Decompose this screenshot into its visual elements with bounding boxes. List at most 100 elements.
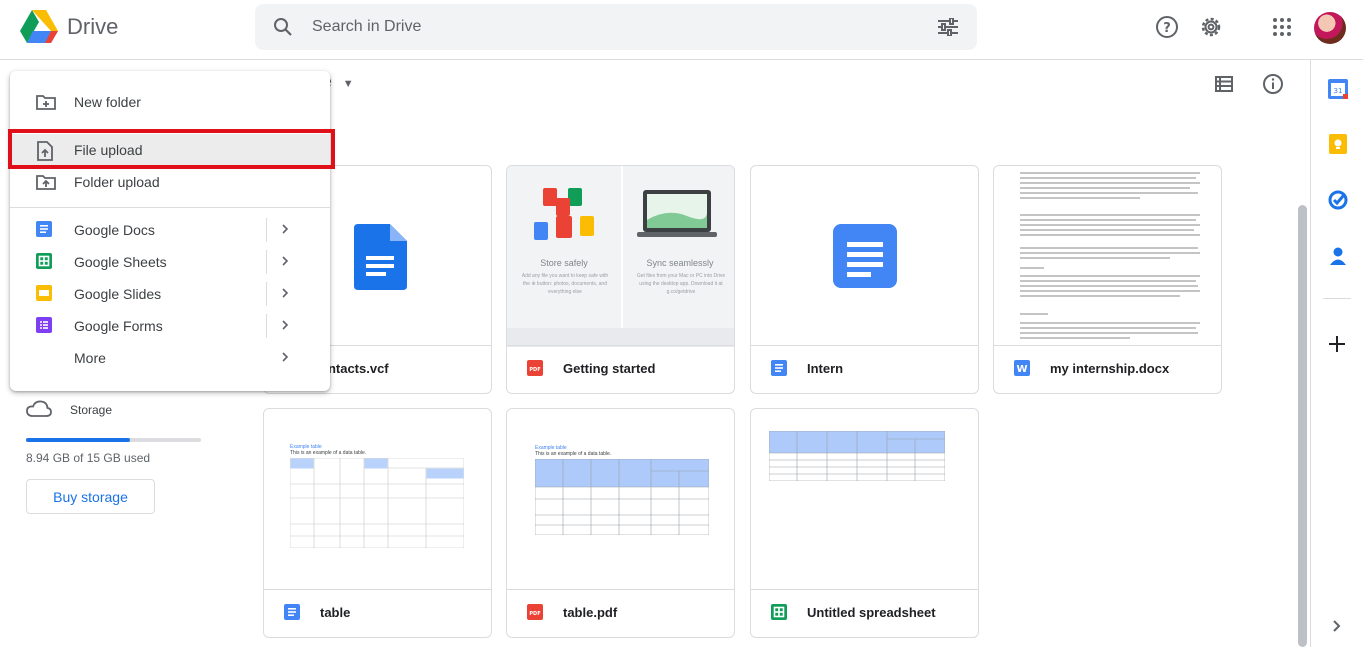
google-slides-icon [36, 285, 52, 301]
folder-upload-icon [36, 175, 56, 190]
info-icon[interactable] [1262, 73, 1284, 95]
chevron-right-icon[interactable] [280, 285, 290, 301]
apps-grid-icon[interactable] [1272, 17, 1292, 37]
keep-icon[interactable] [1328, 134, 1348, 154]
google-sheets-icon [36, 253, 52, 269]
file-caption: table [264, 589, 491, 637]
scrollbar[interactable] [1298, 205, 1307, 647]
menu-item-google-sheets[interactable]: Google Sheets [10, 246, 330, 278]
chevron-right-icon[interactable] [1332, 619, 1342, 633]
menu-item-separator [266, 314, 267, 338]
pdf-icon: PDF [527, 360, 543, 376]
app-name[interactable]: Drive [67, 14, 118, 40]
menu-item-new-folder[interactable]: New folder [10, 86, 330, 118]
file-thumbnail[interactable]: Example table This is an example of a da… [507, 409, 734, 591]
file-caption: PDF table.pdf [507, 589, 734, 637]
menu-item-label: New folder [74, 94, 141, 110]
chevron-right-icon[interactable] [280, 221, 290, 237]
file-caption: W my internship.docx [994, 345, 1221, 393]
file-name[interactable]: table.pdf [563, 605, 617, 620]
gear-icon[interactable] [1199, 15, 1223, 39]
svg-text:31: 31 [1334, 87, 1343, 95]
help-icon[interactable]: ? [1155, 15, 1179, 39]
spreadsheet-preview [769, 431, 945, 481]
chevron-right-icon[interactable] [280, 349, 290, 365]
file-card-table[interactable]: Example table This is an example of a da… [263, 408, 492, 638]
sync-title: Sync seamlessly [646, 258, 714, 268]
file-caption: PDF Getting started [507, 345, 734, 393]
file-name[interactable]: Intern [807, 361, 843, 376]
avatar[interactable] [1314, 12, 1346, 44]
table-preview: Example table This is an example of a da… [289, 444, 470, 553]
word-icon: W [1014, 360, 1030, 376]
storage-used-text: 8.94 GB of 15 GB used [26, 451, 151, 465]
menu-item-label: More [74, 350, 106, 366]
table-grid [534, 458, 710, 536]
menu-item-separator [266, 282, 267, 306]
menu-item-folder-upload[interactable]: Folder upload [10, 166, 330, 198]
table-preview: Example table This is an example of a da… [534, 445, 713, 540]
laptop-icon [637, 190, 717, 237]
menu-item-google-forms[interactable]: Google Forms [10, 310, 330, 342]
cloud-icon[interactable] [26, 400, 52, 418]
chevron-right-icon[interactable] [280, 317, 290, 333]
menu-item-separator [266, 250, 267, 274]
file-types-icon [534, 188, 594, 240]
buy-storage-button[interactable]: Buy storage [26, 479, 155, 514]
list-view-icon[interactable] [1215, 76, 1233, 92]
file-name[interactable]: Untitled spreadsheet [807, 605, 936, 620]
menu-item-label: Folder upload [74, 174, 160, 190]
file-name[interactable]: ontacts.vcf [320, 361, 389, 376]
tasks-icon[interactable] [1328, 190, 1348, 210]
storage-progress [26, 438, 201, 442]
google-docs-icon [36, 221, 52, 237]
svg-text:W: W [1016, 364, 1027, 375]
contacts-icon[interactable] [1328, 246, 1348, 266]
svg-text:?: ? [1163, 21, 1171, 36]
storage-label[interactable]: Storage [70, 403, 112, 417]
docs-large-icon [833, 224, 897, 288]
pdf-icon: PDF [527, 604, 543, 620]
file-caption: Intern [751, 345, 978, 393]
file-card-my-internship[interactable]: W my internship.docx [993, 165, 1222, 394]
menu-item-google-docs[interactable]: Google Docs [10, 214, 330, 246]
file-thumbnail[interactable]: Store safely Add any file you want to ke… [507, 166, 734, 347]
drive-logo-icon[interactable] [20, 10, 58, 44]
file-name[interactable]: Getting started [563, 361, 655, 376]
store-safely-panel: Store safely Add any file you want to ke… [507, 166, 621, 328]
file-card-table-pdf[interactable]: Example table This is an example of a da… [506, 408, 735, 638]
chevron-down-icon[interactable]: ▼ [343, 78, 354, 90]
calendar-icon[interactable]: 31 [1328, 79, 1348, 99]
table-grid [289, 457, 465, 549]
search-bar[interactable]: Search in Drive [255, 4, 977, 50]
store-safely-body: Add any file you want to keep safe with … [521, 273, 609, 295]
file-card-untitled-spreadsheet[interactable]: Untitled spreadsheet [750, 408, 979, 638]
highlight-box [8, 129, 335, 169]
menu-item-google-slides[interactable]: Google Slides [10, 278, 330, 310]
file-card-getting-started[interactable]: Store safely Add any file you want to ke… [506, 165, 735, 394]
file-thumbnail[interactable] [751, 409, 978, 591]
storage-progress-fill [26, 438, 131, 442]
file-thumbnail[interactable]: Example table This is an example of a da… [264, 409, 491, 591]
add-addon-icon[interactable] [1329, 336, 1345, 352]
docs-icon [771, 360, 787, 376]
menu-item-more[interactable]: More [10, 342, 330, 374]
file-name[interactable]: table [320, 605, 350, 620]
store-safely-title: Store safely [540, 258, 588, 268]
top-header: Drive Search in Drive ? [0, 0, 1363, 60]
file-name[interactable]: my internship.docx [1050, 361, 1169, 376]
side-panel-divider [1323, 298, 1351, 299]
search-icon[interactable] [273, 17, 293, 37]
file-thumbnail[interactable] [994, 166, 1221, 347]
search-input[interactable]: Search in Drive [312, 18, 421, 36]
new-folder-icon [36, 95, 56, 110]
search-options-icon[interactable] [938, 18, 958, 36]
menu-divider [10, 207, 330, 208]
menu-item-label: Google Sheets [74, 254, 167, 270]
chevron-right-icon[interactable] [280, 253, 290, 269]
file-card-intern[interactable]: Intern [750, 165, 979, 394]
svg-text:PDF: PDF [529, 611, 540, 617]
sheets-icon [771, 604, 787, 620]
sync-body: Get files from your Mac or PC into Drive… [636, 273, 726, 295]
file-thumbnail[interactable] [751, 166, 978, 347]
